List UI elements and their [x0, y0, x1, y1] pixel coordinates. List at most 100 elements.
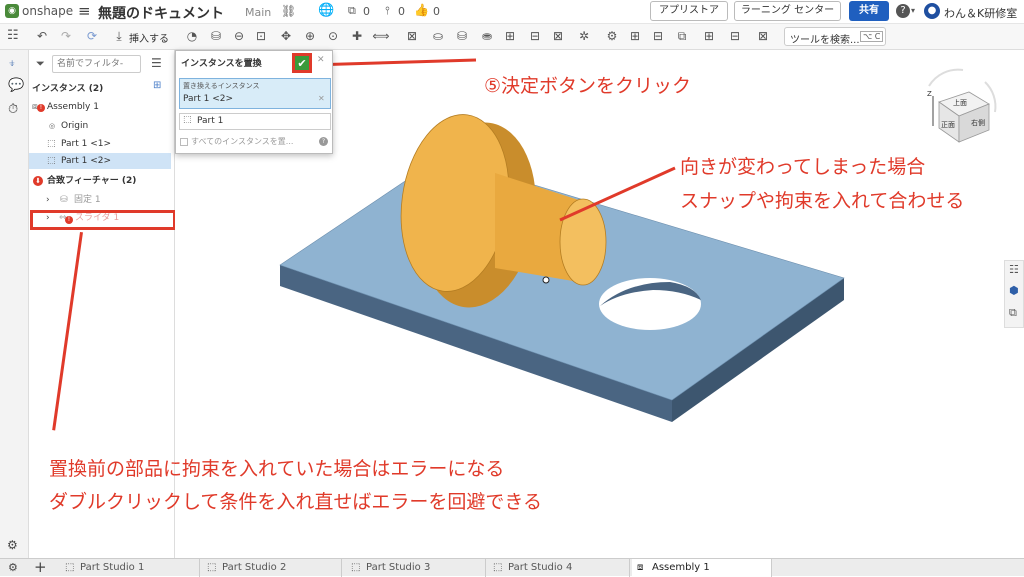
tab-part-studio-3[interactable]: ⬚ Part Studio 3: [346, 559, 486, 577]
redo-icon[interactable]: ↷: [58, 28, 74, 44]
instances-header: インスタンス (2): [32, 84, 104, 94]
list-view-icon[interactable]: ☰: [151, 56, 162, 70]
shaft-end[interactable]: [559, 198, 607, 286]
linear-relation-icon[interactable]: ✲: [576, 28, 592, 44]
tangent-mate-icon[interactable]: ⊠: [404, 28, 420, 44]
tree-part-2-selected[interactable]: ⬚ Part 1 <2>: [29, 153, 171, 169]
all-instances-checkbox[interactable]: [180, 138, 188, 146]
top-bar: ◉ onshape ≡ 無題のドキュメント Main ⛓ 🌐 ⧉ 0 ⫯ 0 👍…: [0, 0, 1024, 24]
user-avatar-icon[interactable]: ●: [924, 3, 940, 19]
insert-icon[interactable]: ⤓: [111, 28, 127, 44]
mate-connector-icon[interactable]: ◔: [184, 28, 200, 44]
measure-icon[interactable]: ⊠: [755, 28, 771, 44]
user-name[interactable]: わん＆K研修室: [944, 5, 1017, 21]
annotation-orient-line1: 向きが変わってしまった場合: [680, 156, 926, 178]
replicate-icon[interactable]: ⊞: [627, 28, 643, 44]
add-tab-icon[interactable]: +: [34, 558, 47, 576]
instance-list-icon[interactable]: ☷: [7, 28, 19, 43]
display-state-icon[interactable]: ⊟: [727, 28, 743, 44]
tree-assembly[interactable]: ⧈ ! Assembly 1: [29, 99, 175, 115]
history-icon[interactable]: ⏱: [8, 102, 18, 117]
instance-panel: ⏷ ☰ インスタンス (2) ⊞ ⧈ ! Assembly 1 ◎ Origin…: [29, 50, 190, 558]
confirm-button[interactable]: ✔: [292, 53, 312, 73]
learning-center-button[interactable]: ラーニング センター: [734, 1, 841, 21]
share-button[interactable]: 共有: [849, 1, 889, 21]
origin-icon: ◎: [49, 122, 56, 130]
part-studio-icon: ⬚: [65, 562, 75, 573]
ball-mate-icon[interactable]: ✚: [349, 28, 365, 44]
hamburger-menu-icon[interactable]: ≡: [78, 2, 91, 20]
pin-slot-mate-icon[interactable]: ⊙: [325, 28, 341, 44]
view-cube[interactable]: 上面 正面 右側 Z: [919, 68, 999, 148]
settings-icon[interactable]: ⚙: [8, 561, 18, 574]
help-icon[interactable]: ?: [896, 4, 910, 18]
fastened-mate-icon[interactable]: ⛁: [208, 28, 224, 44]
width-mate-icon[interactable]: ⛀: [430, 28, 446, 44]
mate-icon[interactable]: ⍖: [8, 56, 16, 71]
update-icon[interactable]: ⟳: [84, 28, 100, 44]
instance-selection-box[interactable]: 置き換えるインスタンス Part 1 <2> ✕: [179, 78, 331, 109]
planar-mate-icon[interactable]: ✥: [278, 28, 294, 44]
tree-mate-header[interactable]: ⬇ 合致フィーチャー (2): [29, 173, 175, 189]
viewcube-front[interactable]: 正面: [941, 120, 955, 130]
tree-origin[interactable]: ◎ Origin: [29, 118, 175, 134]
settings-icon[interactable]: ⚙: [7, 538, 18, 552]
document-title[interactable]: 無題のドキュメント: [98, 3, 224, 23]
gear-relation-icon[interactable]: ⊞: [502, 28, 518, 44]
onshape-logo-icon[interactable]: ◉: [5, 4, 19, 18]
cancel-icon[interactable]: ✕: [317, 55, 325, 65]
part-1-label: Part 1 <1>: [61, 139, 112, 149]
bom-icon[interactable]: ⧉: [1009, 306, 1017, 320]
parallel-mate-icon[interactable]: ⟺: [372, 28, 389, 44]
named-position-icon[interactable]: ⊞: [701, 28, 717, 44]
replacement-part-field[interactable]: ⬚ Part 1: [179, 113, 331, 130]
branch-label[interactable]: Main: [245, 6, 271, 19]
tab-part-studio-4[interactable]: ⬚ Part Studio 4: [488, 559, 630, 577]
part-studio-icon: ⬚: [351, 562, 361, 573]
tab-assembly-1-active[interactable]: ⧈ Assembly 1: [632, 559, 772, 577]
filter-input[interactable]: [52, 55, 141, 73]
revolute-mate-icon[interactable]: ⊖: [231, 28, 247, 44]
help-icon[interactable]: ?: [319, 137, 328, 146]
pattern-icon[interactable]: ⚙: [604, 28, 620, 44]
help-dropdown-icon[interactable]: ▾: [911, 6, 915, 15]
part-icon: ⬚: [47, 156, 56, 166]
link-icon[interactable]: ⛓: [281, 4, 296, 18]
explode-icon[interactable]: ⧉: [674, 28, 690, 44]
add-instance-icon[interactable]: ⊞: [153, 80, 161, 91]
filter-icon[interactable]: ⏷: [36, 57, 45, 71]
like-icon[interactable]: 👍: [414, 3, 429, 17]
tab-part-studio-2[interactable]: ⬚ Part Studio 2: [202, 559, 342, 577]
viewcube-top[interactable]: 上面: [953, 98, 967, 108]
tab-part-studio-1[interactable]: ⬚ Part Studio 1: [60, 559, 200, 577]
mirror-icon[interactable]: ⊟: [650, 28, 666, 44]
annotation-error-line2: ダブルクリックして条件を入れ直せばエラーを回避できる: [49, 491, 543, 513]
versions-icon[interactable]: ⧉: [348, 4, 356, 18]
branch-icon[interactable]: ⫯: [385, 4, 390, 18]
bottom-tab-bar: ⚙ + ⬚ Part Studio 1 ⬚ Part Studio 2 ⬚ Part …: [0, 558, 1024, 577]
rack-pinion-icon[interactable]: ⊟: [527, 28, 543, 44]
properties-icon[interactable]: ☷: [1009, 263, 1019, 276]
tree-part-1[interactable]: ⬚ Part 1 <1>: [29, 136, 175, 152]
cylindrical-mate-icon[interactable]: ⊕: [302, 28, 318, 44]
selected-instance: Part 1 <2>: [183, 94, 234, 104]
public-globe-icon[interactable]: 🌐: [318, 3, 334, 18]
app-store-button[interactable]: アプリストア: [650, 1, 728, 21]
insert-button[interactable]: 挿入する: [129, 30, 169, 45]
replacement-part-label: Part 1: [197, 116, 224, 126]
slider-mate-icon[interactable]: ⊡: [253, 28, 269, 44]
tree-fixed[interactable]: › ⛁ 固定 1: [29, 192, 175, 208]
branches-count: 0: [398, 5, 405, 18]
search-tools-button[interactable]: ツールを検索... ⌥ C: [784, 27, 886, 46]
expand-chevron-icon[interactable]: ›: [46, 192, 50, 208]
undo-icon[interactable]: ↶: [34, 28, 50, 44]
tab-label: Assembly 1: [652, 562, 710, 573]
relation-icon[interactable]: ⛂: [479, 28, 495, 44]
annotation-error-line1: 置換前の部品に拘束を入れていた場合はエラーになる: [49, 458, 505, 480]
viewcube-right[interactable]: 右側: [971, 118, 985, 128]
group-icon[interactable]: ⛁: [454, 28, 470, 44]
clear-selection-icon[interactable]: ✕: [318, 94, 325, 103]
screw-relation-icon[interactable]: ⊠: [550, 28, 566, 44]
appearance-icon[interactable]: ⬢: [1009, 284, 1019, 297]
comments-icon[interactable]: 💬: [8, 78, 24, 93]
